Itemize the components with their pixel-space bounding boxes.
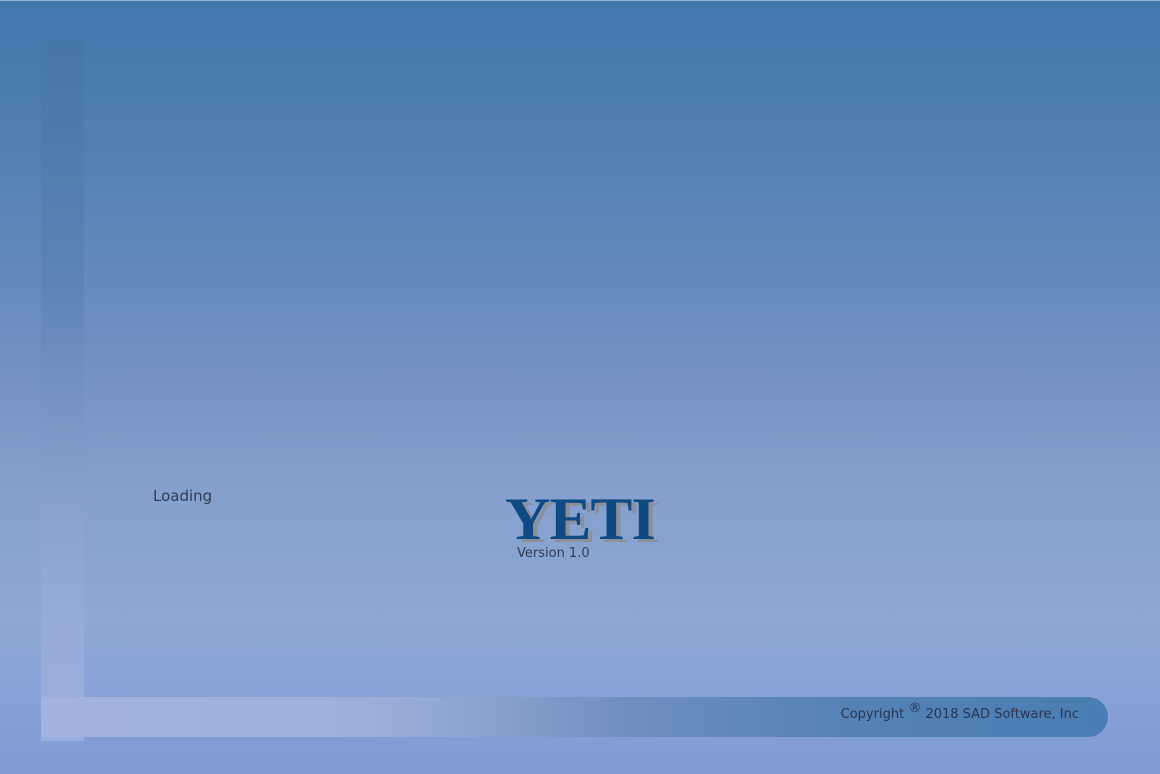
registered-symbol: ® <box>908 701 922 716</box>
decorative-left-stripe <box>41 41 84 741</box>
copyright-prefix: Copyright <box>840 707 905 722</box>
version-label: Version 1.0 <box>517 546 590 561</box>
copyright-notice: Copyright ® 2018 SAD Software, Inc <box>840 701 1079 722</box>
app-logo: YETI <box>505 486 656 552</box>
copyright-text: 2018 SAD Software, Inc <box>925 707 1079 722</box>
loading-status: Loading <box>153 487 213 505</box>
splash-screen: Loading YETI Version 1.0 Copyright ® 201… <box>0 0 1160 774</box>
